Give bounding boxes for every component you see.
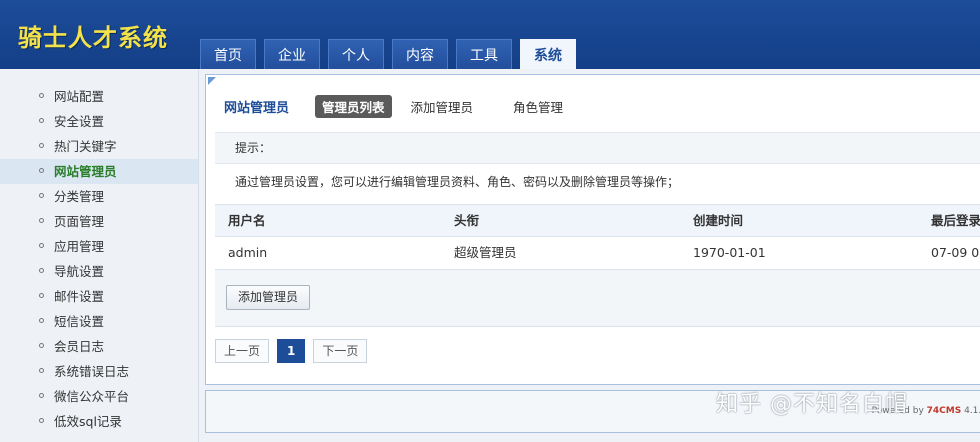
watermark: 知乎 @不知名白帽 — [716, 392, 908, 417]
sidebar-item-label: 安全设置 — [54, 114, 105, 129]
version-text: 4.1.2 — [964, 406, 980, 416]
section-title: 网站管理员 — [224, 100, 290, 116]
sidebar-item-label: 邮件设置 — [54, 289, 105, 304]
bullet-icon — [39, 193, 44, 198]
tab-system[interactable]: 系统 — [520, 39, 576, 69]
bullet-icon — [39, 168, 44, 173]
sidebar: 网站配置 安全设置 热门关键字 网站管理员 分类管理 页面管理 应用管理 导航设… — [0, 69, 199, 442]
sidebar-item-label: 低效sql记录 — [54, 414, 122, 429]
sidebar-item-label: 网站管理员 — [54, 164, 117, 179]
prev-page-button[interactable]: 上一页 — [215, 339, 270, 363]
table-row[interactable]: admin 超级管理员 1970-01-01 07-09 09 — [215, 237, 980, 270]
bullet-icon — [39, 143, 44, 148]
sidebar-item-label: 微信公众平台 — [54, 389, 130, 404]
sidebar-item-wechat[interactable]: 微信公众平台 — [0, 384, 198, 409]
column-header-username: 用户名 — [228, 213, 266, 228]
next-page-button[interactable]: 下一页 — [313, 339, 368, 363]
tip-text: 通过管理员设置，您可以进行编辑管理员资料、角色、密码以及删除管理员等操作； — [235, 175, 680, 189]
sidebar-item-member-log[interactable]: 会员日志 — [0, 334, 198, 359]
sidebar-item-label: 页面管理 — [54, 214, 105, 229]
bullet-icon — [39, 93, 44, 98]
sidebar-item-label: 分类管理 — [54, 189, 105, 204]
bullet-icon — [39, 268, 44, 273]
sidebar-item-label: 应用管理 — [54, 239, 105, 254]
add-admin-button[interactable]: 添加管理员 — [226, 285, 310, 310]
tab-company[interactable]: 企业 — [264, 39, 320, 69]
sub-navigation: 网站管理员 管理员列表 添加管理员 角色管理 — [224, 94, 596, 118]
bullet-icon — [39, 243, 44, 248]
sidebar-item-label: 系统错误日志 — [54, 364, 130, 379]
column-header-last-login: 最后登录 — [931, 213, 980, 228]
main-nav-tabs: 首页 企业 个人 内容 工具 系统 — [200, 39, 584, 69]
sidebar-item-security[interactable]: 安全设置 — [0, 109, 198, 134]
sidebar-item-site-admins[interactable]: 网站管理员 — [0, 159, 198, 184]
sidebar-item-label: 短信设置 — [54, 314, 105, 329]
tip-label: 提示： — [235, 141, 272, 155]
cell-last-login: 07-09 09 — [931, 245, 980, 260]
main-panel: 网站管理员 管理员列表 添加管理员 角色管理 提示： 通过管理员设置，您可以进行… — [205, 74, 980, 385]
top-header: 骑士人才系统 首页 企业 个人 内容 工具 系统 — [0, 0, 980, 69]
tab-tools[interactable]: 工具 — [456, 39, 512, 69]
sidebar-item-slow-sql[interactable]: 低效sql记录 — [0, 409, 198, 434]
sidebar-item-error-log[interactable]: 系统错误日志 — [0, 359, 198, 384]
bullet-icon — [39, 343, 44, 348]
sidebar-item-label: 会员日志 — [54, 339, 105, 354]
tab-personal[interactable]: 个人 — [328, 39, 384, 69]
action-bar: 添加管理员 — [215, 270, 980, 327]
sidebar-item-label: 热门关键字 — [54, 139, 117, 154]
cell-title: 超级管理员 — [454, 245, 517, 260]
sidebar-item-navigation[interactable]: 导航设置 — [0, 259, 198, 284]
app-logo: 骑士人才系统 — [18, 24, 168, 52]
column-header-created: 创建时间 — [693, 213, 744, 228]
tip-bar: 提示： — [215, 132, 980, 164]
column-header-title: 头衔 — [454, 213, 480, 228]
bullet-icon — [39, 293, 44, 298]
subtab-role-manage[interactable]: 角色管理 — [506, 95, 570, 118]
brand-name: 74CMS — [926, 406, 962, 416]
sidebar-item-apps[interactable]: 应用管理 — [0, 234, 198, 259]
bullet-icon — [39, 318, 44, 323]
sidebar-item-label: 导航设置 — [54, 264, 105, 279]
tab-home[interactable]: 首页 — [200, 39, 256, 69]
current-page-button[interactable]: 1 — [277, 339, 306, 363]
sidebar-item-hot-keywords[interactable]: 热门关键字 — [0, 134, 198, 159]
bullet-icon — [39, 418, 44, 423]
sidebar-item-sms[interactable]: 短信设置 — [0, 309, 198, 334]
sidebar-item-label: 网站配置 — [54, 89, 105, 104]
cell-created: 1970-01-01 — [693, 245, 766, 260]
pagination: 上一页 1 下一页 — [215, 339, 375, 363]
sidebar-item-pages[interactable]: 页面管理 — [0, 209, 198, 234]
bullet-icon — [39, 118, 44, 123]
sidebar-item-mail[interactable]: 邮件设置 — [0, 284, 198, 309]
sidebar-item-categories[interactable]: 分类管理 — [0, 184, 198, 209]
table-header: 用户名 头衔 创建时间 最后登录 — [215, 204, 980, 237]
bullet-icon — [39, 218, 44, 223]
bullet-icon — [39, 368, 44, 373]
sidebar-item-site-config[interactable]: 网站配置 — [0, 84, 198, 109]
subtab-add-admin[interactable]: 添加管理员 — [404, 95, 481, 118]
tab-content[interactable]: 内容 — [392, 39, 448, 69]
subtab-admin-list[interactable]: 管理员列表 — [315, 94, 392, 118]
cell-username: admin — [228, 245, 268, 260]
bullet-icon — [39, 393, 44, 398]
corner-triangle-icon — [208, 77, 216, 85]
